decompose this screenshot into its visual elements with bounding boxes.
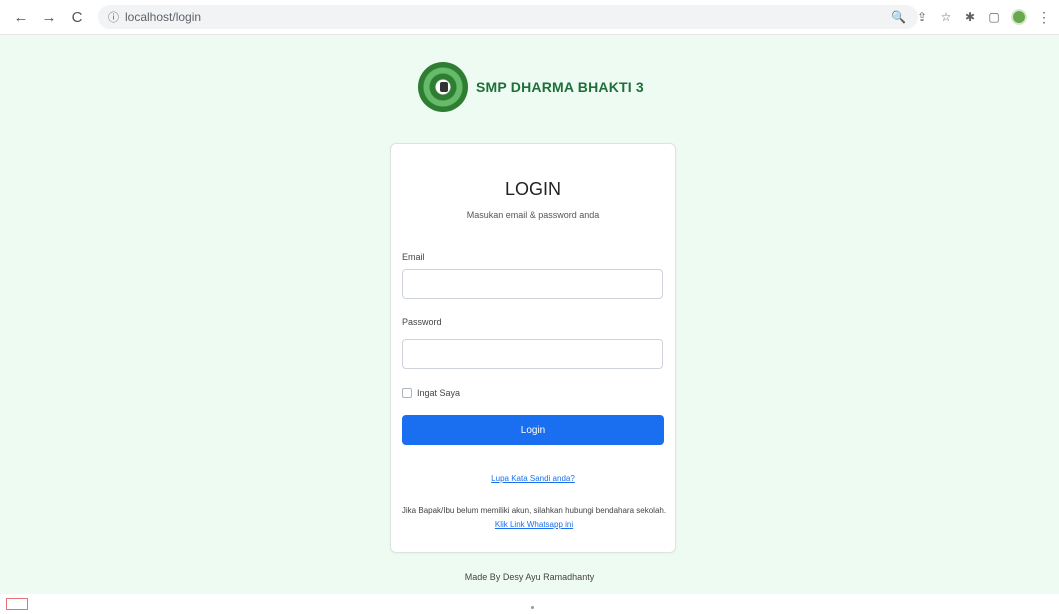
- password-label: Password: [402, 317, 442, 327]
- login-button[interactable]: Login: [402, 415, 664, 445]
- login-card: LOGIN Masukan email & password anda Emai…: [390, 143, 676, 553]
- site-info-icon[interactable]: ⓘ: [108, 9, 119, 25]
- login-title: LOGIN: [504, 179, 561, 199]
- browser-toolbar: ← → C ⓘ localhost/login 🔍 ⇪ ☆ ✱ ▢ ⋮: [0, 0, 1059, 35]
- school-logo-icon: [418, 62, 468, 112]
- email-input[interactable]: [402, 269, 663, 299]
- whatsapp-link[interactable]: Klik Link Whatsapp ini: [495, 520, 573, 529]
- address-url: localhost/login: [125, 10, 202, 24]
- back-arrow-icon[interactable]: ←: [10, 6, 32, 28]
- email-label: Email: [402, 252, 425, 262]
- bottom-strip: [0, 594, 1059, 614]
- browser-tools: 🔍 ⇪ ☆ ✱ ▢ ⋮: [891, 0, 1051, 34]
- tab-icon[interactable]: ▢: [987, 10, 1001, 24]
- brand-header: SMP DHARMA BHAKTI 3: [418, 62, 644, 112]
- profile-avatar[interactable]: [1011, 9, 1027, 25]
- reload-icon[interactable]: C: [66, 6, 88, 28]
- footer-credit: Made By Desy Ayu Ramadhanty: [464, 572, 595, 582]
- account-info-text: Jika Bapak/Ibu belum memiliki akun, sila…: [401, 506, 667, 515]
- menu-dots-icon[interactable]: ⋮: [1037, 9, 1051, 26]
- forward-arrow-icon[interactable]: →: [38, 6, 60, 28]
- login-subtitle: Masukan email & password anda: [466, 210, 600, 220]
- remember-checkbox[interactable]: [402, 388, 412, 398]
- scroll-indicator: [531, 606, 534, 609]
- remember-label: Ingat Saya: [417, 388, 461, 398]
- bookmark-star-icon[interactable]: ☆: [939, 10, 953, 24]
- share-icon[interactable]: ⇪: [915, 10, 929, 24]
- zoom-icon[interactable]: 🔍: [891, 10, 906, 24]
- account-info: Jika Bapak/Ibu belum memiliki akun, sila…: [399, 504, 669, 532]
- address-bar[interactable]: ⓘ localhost/login: [98, 5, 918, 29]
- school-name: SMP DHARMA BHAKTI 3: [476, 79, 644, 95]
- forgot-password-link[interactable]: Lupa Kata Sandi anda?: [391, 474, 675, 483]
- remember-me[interactable]: Ingat Saya: [402, 388, 460, 398]
- password-input[interactable]: [402, 339, 663, 369]
- corner-thumbnail: [6, 598, 28, 610]
- extensions-icon[interactable]: ✱: [963, 10, 977, 24]
